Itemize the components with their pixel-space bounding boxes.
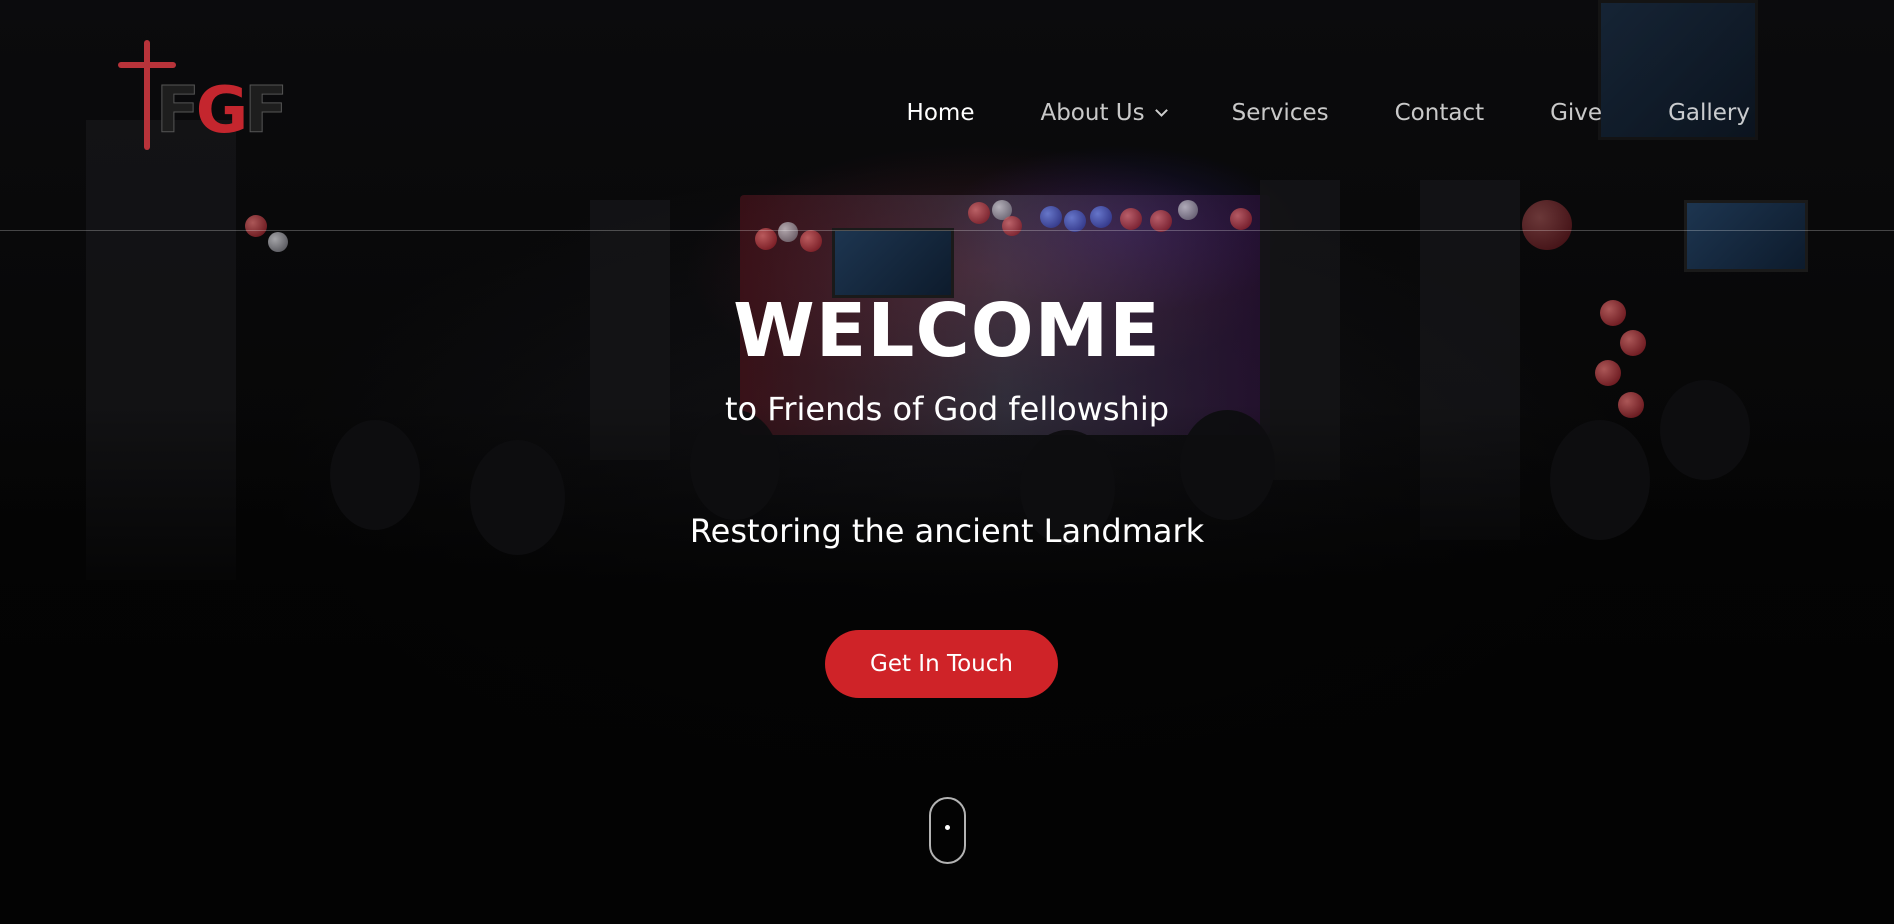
nav-label: About Us bbox=[1040, 100, 1145, 126]
nav-item-home[interactable]: Home bbox=[907, 100, 975, 126]
nav-label: Services bbox=[1231, 100, 1329, 126]
chevron-down-icon bbox=[1154, 103, 1168, 117]
main-nav: Home About Us Services Contact Give Gall… bbox=[907, 100, 1750, 126]
nav-label: Gallery bbox=[1668, 100, 1750, 126]
balloon bbox=[1230, 208, 1252, 230]
logo-wordmark: FGF bbox=[156, 74, 289, 149]
balloon bbox=[268, 232, 288, 252]
balloon bbox=[992, 200, 1012, 220]
balloon bbox=[1522, 200, 1572, 250]
balloon bbox=[1002, 216, 1022, 236]
balloon bbox=[1064, 210, 1086, 232]
nav-label: Give bbox=[1550, 100, 1603, 126]
header-divider bbox=[0, 230, 1894, 231]
balloon bbox=[1150, 210, 1172, 232]
balloon bbox=[1120, 208, 1142, 230]
nav-item-services[interactable]: Services bbox=[1232, 100, 1329, 126]
cross-icon-bar bbox=[118, 62, 176, 68]
balloon bbox=[778, 222, 798, 242]
balloon bbox=[800, 230, 822, 252]
hero-tagline: Restoring the ancient Landmark bbox=[689, 512, 1205, 550]
balloon bbox=[1040, 206, 1062, 228]
hero-heading: WELCOME bbox=[733, 288, 1161, 374]
nav-item-gallery[interactable]: Gallery bbox=[1668, 100, 1750, 126]
background-photo bbox=[0, 0, 1894, 924]
balloon bbox=[968, 202, 990, 224]
nav-item-contact[interactable]: Contact bbox=[1395, 100, 1484, 126]
hero-section: FGF Home About Us Services Contact Give … bbox=[0, 0, 1894, 924]
balloon bbox=[1178, 200, 1198, 220]
wall-screen bbox=[1684, 200, 1808, 272]
nav-label: Home bbox=[906, 100, 975, 126]
balloon bbox=[1090, 206, 1112, 228]
balloon bbox=[755, 228, 777, 250]
nav-label: Contact bbox=[1394, 100, 1485, 126]
site-logo[interactable]: FGF bbox=[112, 36, 288, 154]
balloon bbox=[245, 215, 267, 237]
mouse-scroll-icon[interactable] bbox=[929, 797, 966, 864]
nav-item-give[interactable]: Give bbox=[1550, 100, 1602, 126]
hero-subtitle: to Friends of God fellowship bbox=[724, 390, 1170, 428]
scroll-dot bbox=[945, 825, 950, 830]
get-in-touch-button[interactable]: Get In Touch bbox=[825, 630, 1058, 698]
nav-item-about-us[interactable]: About Us bbox=[1040, 100, 1168, 126]
cross-icon bbox=[144, 40, 150, 150]
